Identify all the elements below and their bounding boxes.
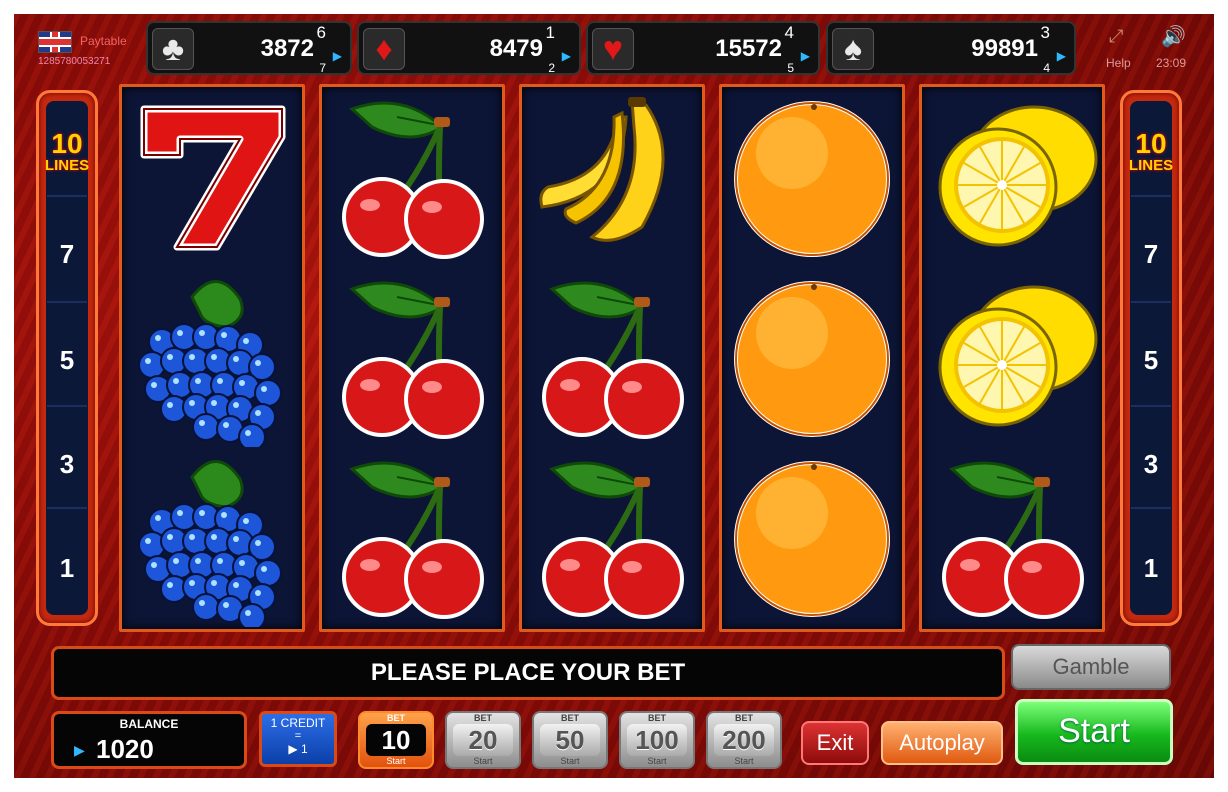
jackpot-spades: ♠ 99891 3 4 ▶ <box>826 21 1076 75</box>
spades-icon: ♠ <box>832 28 874 70</box>
autoplay-button[interactable]: Autoplay <box>881 721 1003 765</box>
arrow-icon: ▶ <box>800 49 810 63</box>
line-number[interactable]: 1 <box>1123 553 1179 584</box>
line-number[interactable]: 1 <box>39 553 95 584</box>
jackpot-digit-bottom: 4 <box>1043 61 1050 75</box>
balance-display: BALANCE ▶ 1020 <box>51 711 247 769</box>
lines-indicator: 10 LINES <box>44 128 90 175</box>
cherry-symbol <box>322 267 502 447</box>
arrow-icon: ▶ <box>74 742 85 758</box>
bet-button-200[interactable]: BET 200 Start <box>706 711 782 769</box>
orange-symbol <box>722 87 902 267</box>
jackpot-digit-top: 4 <box>784 23 794 42</box>
reel-3 <box>519 84 705 632</box>
jackpot-value: 3872 <box>260 35 314 62</box>
grapes-symbol <box>122 447 302 627</box>
line-number[interactable]: 5 <box>39 345 95 376</box>
bet-button-20[interactable]: BET 20 Start <box>445 711 521 769</box>
volume-icon[interactable]: 🔊 <box>1161 24 1186 49</box>
bet-button-100[interactable]: BET 100 Start <box>619 711 695 769</box>
reel-2 <box>319 84 505 632</box>
hearts-icon: ♥ <box>592 28 634 70</box>
cherry-symbol <box>922 447 1102 627</box>
jackpot-value: 8479 <box>489 35 543 62</box>
jackpot-digit-bottom: 2 <box>548 61 555 75</box>
balance-value: 1020 <box>96 734 154 764</box>
arrow-icon: ▶ <box>332 49 342 63</box>
credit-button[interactable]: 1 CREDIT = ▶ 1 <box>259 711 337 767</box>
balance-label: BALANCE <box>119 717 179 731</box>
lines-panel-right: 10 LINES 7 5 3 1 <box>1120 90 1182 626</box>
uk-flag-icon[interactable] <box>38 31 72 53</box>
arrow-icon: ▶ <box>561 49 571 63</box>
jackpot-digit-top: 1 <box>545 23 555 42</box>
lemon-symbol <box>922 87 1102 267</box>
jackpot-digit-bottom: 5 <box>787 61 794 75</box>
jackpot-hearts: ♥ 15572 4 5 ▶ <box>586 21 820 75</box>
cherry-symbol <box>522 447 702 627</box>
clubs-icon: ♣ <box>152 28 194 70</box>
clock: 23:09 <box>1156 56 1187 70</box>
jackpot-value: 99891 <box>971 35 1038 62</box>
line-number[interactable]: 3 <box>39 449 95 480</box>
bet-button-10[interactable]: BET 10 Start <box>358 711 434 769</box>
game-id: 1285780053271 <box>38 56 111 67</box>
cherry-symbol <box>322 447 502 627</box>
jackpot-digit-top: 6 <box>316 23 326 42</box>
jackpot-clubs: ♣ 3872 6 7 ▶ <box>146 21 352 75</box>
slot-machine-frame: Paytable 1285780053271 ♣ 3872 6 7 ▶ ♦ 84… <box>14 14 1214 778</box>
reel-1 <box>119 84 305 632</box>
reel-5 <box>919 84 1105 632</box>
line-number[interactable]: 5 <box>1123 345 1179 376</box>
banana-symbol <box>522 87 702 267</box>
lemon-symbol <box>922 267 1102 447</box>
fullscreen-icon[interactable]: ⤢ <box>1109 26 1123 47</box>
bet-button-50[interactable]: BET 50 Start <box>532 711 608 769</box>
arrow-icon: ▶ <box>1056 49 1066 63</box>
jackpot-value: 15572 <box>715 35 782 62</box>
line-number[interactable]: 7 <box>1123 239 1179 270</box>
help-link[interactable]: Help <box>1106 56 1131 70</box>
start-button[interactable]: Start <box>1015 699 1173 765</box>
cherry-symbol <box>322 87 502 267</box>
reel-4 <box>719 84 905 632</box>
diamonds-icon: ♦ <box>363 28 405 70</box>
cherry-symbol <box>522 267 702 447</box>
line-number[interactable]: 3 <box>1123 449 1179 480</box>
grapes-symbol <box>122 267 302 447</box>
lines-panel-left: 10 LINES 7 5 3 1 <box>36 90 98 626</box>
orange-symbol <box>722 447 902 627</box>
jackpot-digit-bottom: 7 <box>319 61 326 75</box>
jackpot-digit-top: 3 <box>1040 23 1050 42</box>
line-number[interactable]: 7 <box>39 239 95 270</box>
status-message: PLEASE PLACE YOUR BET <box>51 646 1005 700</box>
orange-symbol <box>722 267 902 447</box>
lines-indicator: 10 LINES <box>1128 128 1174 175</box>
paytable-link[interactable]: Paytable <box>80 34 127 48</box>
gamble-button[interactable]: Gamble <box>1011 644 1171 690</box>
exit-button[interactable]: Exit <box>801 721 869 765</box>
seven-symbol <box>122 87 302 267</box>
jackpot-diamonds: ♦ 8479 1 2 ▶ <box>357 21 581 75</box>
